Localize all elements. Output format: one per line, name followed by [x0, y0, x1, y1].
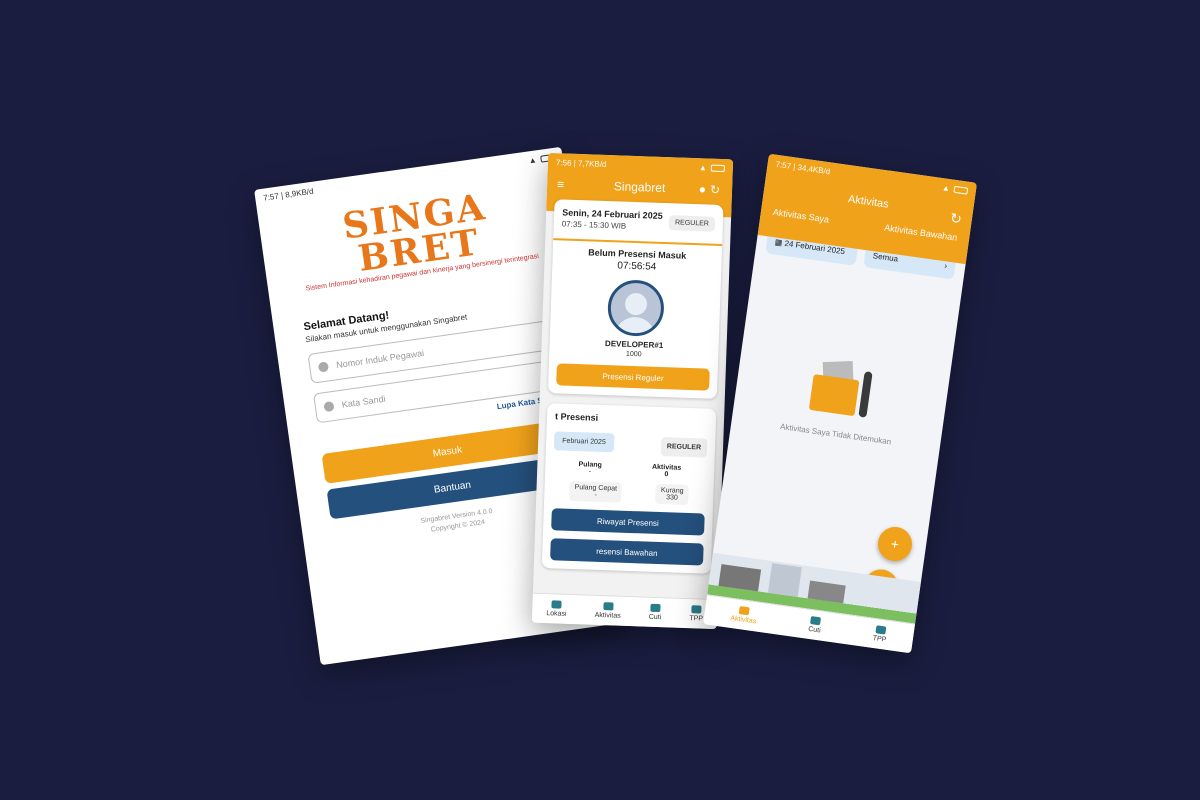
nav-aktivitas[interactable]: Aktivitas — [594, 602, 621, 620]
lock-icon — [323, 400, 335, 413]
aktivitas-screen: 7:57 | 34,4KB/d ▲ Aktivitas ↻ Aktivitas … — [702, 153, 978, 654]
shift-badge: REGULER — [668, 215, 716, 232]
divider — [553, 238, 723, 247]
pulang-cepat-stat: Pulang Cepat - — [569, 480, 623, 503]
user-icon — [317, 361, 330, 373]
pulang-stat: Pulang - — [578, 461, 602, 476]
nav-tpp[interactable]: TPP — [689, 605, 703, 623]
status-time: 7:57 | 8,9KB/d — [262, 186, 314, 203]
signal-icon: ▲ — [698, 162, 708, 172]
tab-my-activities[interactable]: Aktivitas Saya — [772, 207, 829, 225]
status-time: 7:56 | 7,7KB/d — [555, 157, 607, 169]
presence-summary-card: t Presensi Februari 2025 REGULER Pulang -… — [541, 403, 717, 574]
battery-icon — [710, 164, 725, 172]
refresh-icon[interactable]: ↻ — [949, 210, 963, 228]
bell-icon[interactable]: ● — [699, 182, 711, 196]
refresh-icon[interactable]: ↻ — [710, 183, 725, 197]
location-icon — [551, 600, 562, 609]
nav-cuti[interactable]: Cuti — [808, 616, 823, 634]
briefcase-icon — [810, 616, 822, 626]
aktivitas-stat: Aktivitas 0 — [651, 463, 682, 479]
app-title: Singabret — [613, 179, 666, 196]
document-icon — [602, 602, 614, 611]
signal-icon: ▲ — [941, 182, 951, 193]
avatar — [606, 279, 665, 338]
tab-subordinate-activities[interactable]: Aktivitas Bawahan — [884, 223, 958, 243]
add-activity-button[interactable]: + — [875, 524, 915, 564]
section-date[interactable]: Februari 2025 — [553, 431, 615, 453]
empty-illustration — [798, 355, 886, 426]
kurang-stat: Kurang 330 — [655, 483, 689, 506]
presence-card: Senin, 24 Februari 2025 07:35 - 15:30 WI… — [547, 199, 724, 399]
section-badge: REGULER — [660, 437, 708, 458]
nav-lokasi[interactable]: Lokasi — [546, 600, 567, 618]
menu-icon[interactable]: ≡ — [557, 177, 564, 191]
battery-icon — [953, 185, 969, 195]
home-screen: 7:56 | 7,7KB/d ▲ ≡ Singabret ●↻ Senin, 2… — [531, 152, 734, 630]
briefcase-icon — [650, 603, 661, 613]
history-button[interactable]: Riwayat Presensi — [551, 508, 705, 536]
signal-icon: ▲ — [528, 154, 538, 165]
chevron-right-icon: › — [943, 261, 948, 271]
bottom-nav: Lokasi Aktivitas Cuti TPP — [531, 592, 718, 630]
section-title: t Presensi — [554, 411, 599, 423]
empty-state-text: Aktivitas Saya Tidak Ditemukan — [779, 421, 892, 447]
card-icon — [691, 605, 702, 614]
subordinate-presence-button[interactable]: resensi Bawahan — [550, 538, 704, 566]
nav-aktivitas[interactable]: Aktivitas — [730, 605, 758, 625]
nav-cuti[interactable]: Cuti — [649, 603, 662, 621]
presence-button[interactable]: Presensi Reguler — [556, 363, 710, 391]
nav-tpp[interactable]: TPP — [872, 625, 888, 644]
card-icon — [875, 625, 887, 635]
status-time: 7:57 | 34,4KB/d — [775, 159, 831, 176]
document-icon — [739, 606, 751, 616]
status-bar: 7:56 | 7,7KB/d ▲ — [548, 153, 734, 177]
